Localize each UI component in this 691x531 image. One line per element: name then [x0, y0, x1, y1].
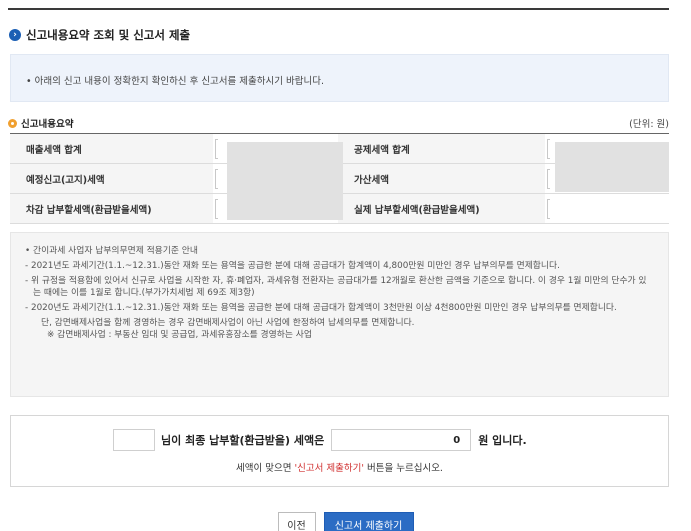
info-heading: • 간이과세 사업자 납부의무면제 적용기준 안내: [25, 246, 198, 256]
notice-box: • 아래의 신고 내용이 정확한지 확인하신 후 신고서를 제출하시기 바랍니다…: [10, 54, 669, 102]
section-bullet-icon: [8, 118, 17, 128]
summary-title: 신고내용요약: [21, 119, 74, 130]
final-tax-line: 님이 최종 납부할(환급받을) 세액은 0 원 입니다.: [113, 429, 527, 451]
deduction-tax-total-label: 공제세액 합계: [338, 134, 545, 163]
instruction-post: 버튼을 누르십시오.: [363, 463, 443, 474]
final-tax-box: 님이 최종 납부할(환급받을) 세액은 0 원 입니다. 세액이 맞으면 '신고…: [10, 415, 669, 487]
info-item: - 2021년도 과세기간(1.1.~12.31.)동안 재화 또는 용역을 공…: [25, 261, 560, 271]
top-divider: [8, 8, 669, 10]
prepaid-tax-label: 예정신고(고지)세액: [10, 164, 213, 193]
chevron-right-icon: ›: [9, 29, 21, 41]
exemption-info-box: • 간이과세 사업자 납부의무면제 적용기준 안내 - 2021년도 과세기간(…: [10, 232, 669, 397]
info-item: - 2020년도 과세기간(1.1.~12.31.)동안 재화 또는 용역을 공…: [25, 303, 617, 313]
info-item: - 위 규정을 적용함에 있어서 신규로 사업을 시작한 자, 휴·폐업자, 과…: [25, 276, 647, 298]
final-tax-amount-field: 0: [331, 429, 472, 451]
additional-tax-label: 가산세액: [338, 164, 545, 193]
masked-value-right: [555, 142, 669, 192]
summary-unit: (단위: 원): [629, 119, 669, 130]
sales-tax-total-label: 매출세액 합계: [10, 134, 213, 163]
final-tax-unit: 원 입니다.: [478, 434, 527, 447]
prev-button[interactable]: 이전: [277, 512, 316, 531]
instruction-emphasis: '신고서 제출하기': [294, 463, 364, 474]
net-payable-tax-label: 차감 납부할세액(환급받을세액): [10, 194, 213, 223]
summary-header: 신고내용요약 (단위: 원): [8, 116, 669, 130]
notice-text: • 아래의 신고 내용이 정확한지 확인하신 후 신고서를 제출하시기 바랍니다…: [26, 76, 325, 87]
page-title-text: 신고내용요약 조회 및 신고서 제출: [26, 28, 191, 42]
final-instruction: 세액이 맞으면 '신고서 제출하기' 버튼을 누르십시오.: [11, 460, 668, 474]
masked-value-left: [227, 142, 343, 220]
submit-return-button[interactable]: 신고서 제출하기: [323, 512, 414, 531]
info-sub-note: 단, 감면배제사업을 함께 경영하는 경우 감면배제사업이 아닌 사업에 한정하…: [41, 318, 415, 328]
action-buttons: 이전 신고서 제출하기: [0, 512, 691, 531]
final-tax-text: 님이 최종 납부할(환급받을) 세액은: [161, 434, 325, 447]
actual-payable-tax-label: 실제 납부할세액(환급받을세액): [338, 194, 545, 223]
actual-payable-tax-value: [545, 194, 669, 223]
taxpayer-name-field: [113, 429, 155, 451]
info-sub-note-exempt: ※ 감면배제사업 : 부동산 임대 및 공급업, 과세유흥장소를 경영하는 사업: [47, 330, 312, 340]
page-title: › 신고내용요약 조회 및 신고서 제출: [9, 27, 190, 43]
instruction-pre: 세액이 맞으면: [236, 463, 295, 474]
